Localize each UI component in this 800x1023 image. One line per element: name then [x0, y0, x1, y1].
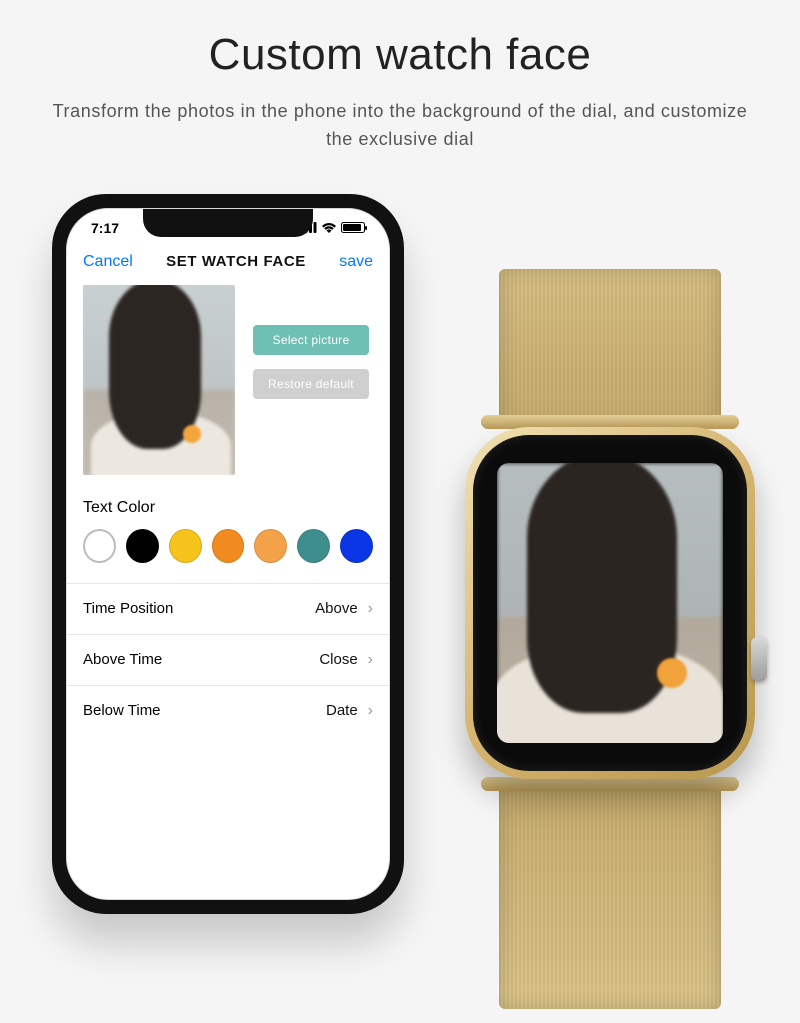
setting-row-2[interactable]: Below Time Date› [67, 685, 389, 736]
wifi-icon [321, 220, 337, 236]
restore-default-button[interactable]: Restore default [253, 369, 369, 399]
watch-lug-bottom [481, 777, 739, 791]
hero-title: Custom watch face [40, 30, 760, 80]
watchface-preview[interactable] [83, 285, 235, 475]
color-swatch-blue[interactable] [340, 529, 373, 563]
phone-frame: 7:17 Cancel SET WATCH FACE save [52, 194, 404, 914]
phone-screen: 7:17 Cancel SET WATCH FACE save [66, 208, 390, 900]
battery-icon [341, 222, 365, 233]
select-picture-button[interactable]: Select picture [253, 325, 369, 355]
setting-label: Above Time [83, 651, 162, 668]
hero-subtitle: Transform the photos in the phone into t… [40, 98, 760, 154]
product-stage: 7:17 Cancel SET WATCH FACE save [0, 194, 800, 994]
nav-title: SET WATCH FACE [166, 253, 306, 270]
phone-notch [143, 209, 313, 237]
nav-bar: Cancel SET WATCH FACE save [67, 247, 389, 281]
settings-list: Time Position Above› Above Time Close› Below… [67, 583, 389, 736]
watch-body [465, 427, 755, 779]
setting-row-0[interactable]: Time Position Above› [67, 583, 389, 634]
cancel-button[interactable]: Cancel [83, 253, 133, 271]
watch-band-bottom [499, 779, 721, 1009]
save-button[interactable]: save [339, 253, 373, 271]
watch-crown[interactable] [751, 637, 767, 681]
setting-row-1[interactable]: Above Time Close› [67, 634, 389, 685]
setting-value: Date› [326, 702, 373, 720]
setting-value: Above› [315, 600, 373, 618]
status-time: 7:17 [91, 220, 119, 236]
chevron-right-icon: › [368, 651, 373, 669]
color-swatch-amber[interactable] [254, 529, 287, 563]
color-swatch-white[interactable] [83, 529, 116, 563]
color-swatch-yellow[interactable] [169, 529, 202, 563]
chevron-right-icon: › [368, 600, 373, 618]
watch-screen[interactable] [497, 463, 723, 743]
watch-bezel [473, 435, 747, 771]
watch [455, 269, 765, 989]
setting-label: Below Time [83, 702, 161, 719]
color-swatch-teal[interactable] [297, 529, 330, 563]
color-swatches [67, 529, 389, 583]
chevron-right-icon: › [368, 702, 373, 720]
color-swatch-black[interactable] [126, 529, 159, 563]
setting-value: Close› [319, 651, 373, 669]
setting-label: Time Position [83, 600, 173, 617]
watch-band-top [499, 269, 721, 429]
text-color-label: Text Color [67, 475, 389, 529]
color-swatch-orange[interactable] [212, 529, 245, 563]
